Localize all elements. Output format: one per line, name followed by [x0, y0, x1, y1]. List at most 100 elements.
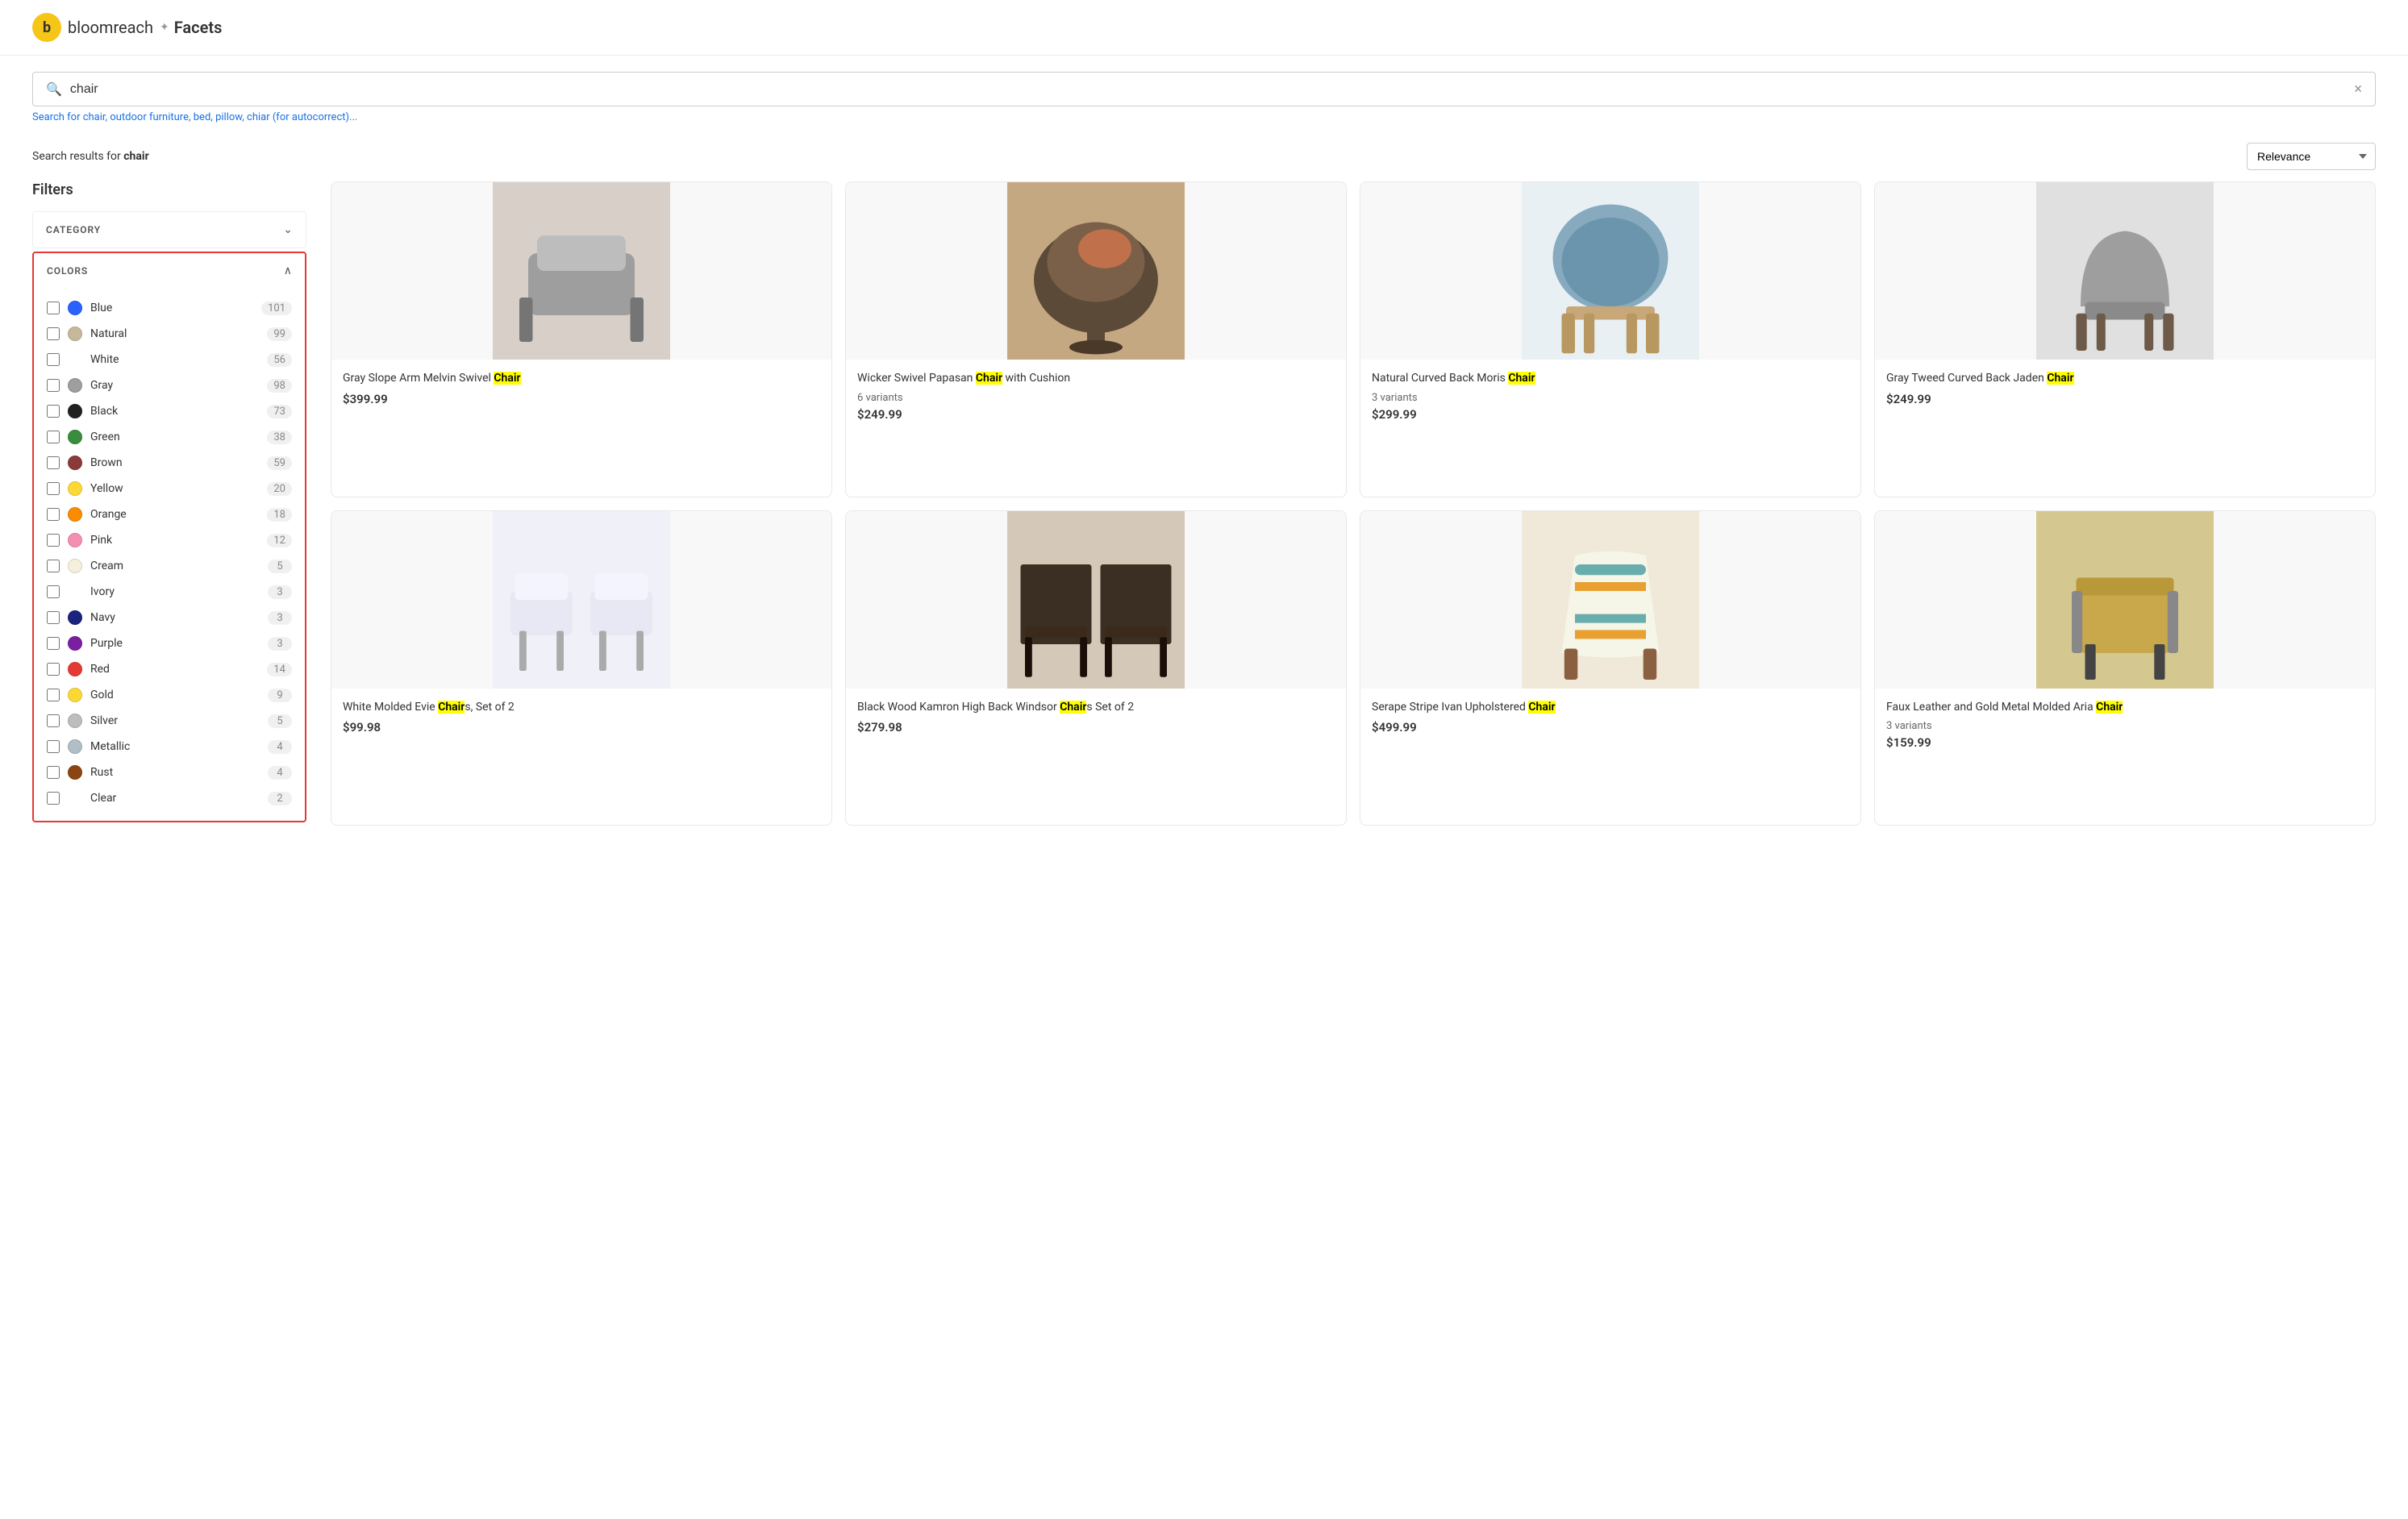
product-variants: 3 variants	[1372, 392, 1849, 404]
color-checkbox[interactable]	[47, 740, 60, 753]
color-filter-item[interactable]: Natural99	[34, 321, 305, 347]
color-label: Brown	[90, 456, 267, 469]
color-checkbox[interactable]	[47, 379, 60, 392]
color-filter-item[interactable]: Green38	[34, 424, 305, 450]
product-card[interactable]: Wicker Swivel Papasan Chair with Cushion…	[845, 181, 1347, 497]
color-checkbox[interactable]	[47, 534, 60, 547]
product-card[interactable]: Natural Curved Back Moris Chair3 variant…	[1360, 181, 1861, 497]
sort-select[interactable]: Relevance Price: Low to High Price: High…	[2247, 143, 2376, 170]
color-checkbox[interactable]	[47, 637, 60, 650]
color-checkbox[interactable]	[47, 792, 60, 805]
color-checkbox[interactable]	[47, 663, 60, 676]
color-dot	[68, 559, 82, 573]
color-filter-item[interactable]: Clear2	[34, 785, 305, 811]
search-input[interactable]	[70, 82, 2354, 97]
product-card[interactable]: Faux Leather and Gold Metal Molded Aria …	[1874, 510, 2376, 826]
color-label: Red	[90, 663, 267, 676]
color-checkbox[interactable]	[47, 327, 60, 340]
product-image	[846, 511, 1346, 689]
colors-filter-header[interactable]: COLORS ∧	[34, 253, 305, 289]
color-label: Navy	[90, 611, 268, 624]
product-card[interactable]: Serape Stripe Ivan Upholstered Chair$499…	[1360, 510, 1861, 826]
color-count: 38	[267, 431, 292, 444]
search-clear-button[interactable]: ×	[2354, 81, 2362, 98]
color-label: Silver	[90, 714, 268, 727]
category-filter-section: CATEGORY ⌄	[32, 211, 306, 248]
color-label: Green	[90, 431, 267, 443]
product-name: Gray Slope Arm Melvin Swivel Chair	[343, 371, 820, 387]
highlight-text: Chair	[1508, 372, 1535, 385]
product-price: $159.99	[1886, 735, 2364, 750]
color-checkbox[interactable]	[47, 560, 60, 572]
color-filter-item[interactable]: Gray98	[34, 372, 305, 398]
product-price: $279.98	[857, 720, 1335, 735]
color-label: Orange	[90, 508, 267, 521]
product-price: $399.99	[343, 392, 820, 406]
color-filter-item[interactable]: Gold9	[34, 682, 305, 708]
color-checkbox[interactable]	[47, 689, 60, 701]
highlight-text: Chair	[1060, 701, 1086, 714]
header: b bloomreach ✦ Facets	[0, 0, 2408, 56]
color-checkbox[interactable]	[47, 431, 60, 443]
color-dot	[68, 404, 82, 418]
color-filter-item[interactable]: Blue101	[34, 295, 305, 321]
product-price: $249.99	[857, 407, 1335, 422]
product-image	[1875, 182, 2375, 360]
color-checkbox[interactable]	[47, 353, 60, 366]
color-filter-item[interactable]: Orange18	[34, 501, 305, 527]
color-filter-item[interactable]: Cream5	[34, 553, 305, 579]
product-info: Wicker Swivel Papasan Chair with Cushion…	[846, 360, 1346, 433]
product-card[interactable]: White Molded Evie Chairs, Set of 2$99.98	[331, 510, 832, 826]
color-dot	[68, 481, 82, 496]
color-filter-item[interactable]: Silver5	[34, 708, 305, 734]
logo-icon: b	[32, 13, 61, 42]
color-dot	[68, 533, 82, 547]
colors-filter-body: Blue101Natural99White56Gray98Black73Gree…	[34, 289, 305, 821]
color-label: Ivory	[90, 585, 268, 598]
logo-plus: ✦	[160, 21, 169, 34]
highlight-text: Chair	[2047, 372, 2073, 385]
category-chevron-icon: ⌄	[283, 223, 293, 236]
color-label: Pink	[90, 534, 267, 547]
color-count: 14	[267, 663, 292, 676]
category-filter-header[interactable]: CATEGORY ⌄	[33, 212, 306, 248]
product-price: $99.98	[343, 720, 820, 735]
product-image	[331, 182, 831, 360]
color-checkbox[interactable]	[47, 508, 60, 521]
results-title: Search results for chair	[32, 150, 149, 163]
color-count: 3	[268, 637, 292, 651]
color-filter-item[interactable]: Yellow20	[34, 476, 305, 501]
color-checkbox[interactable]	[47, 302, 60, 314]
color-filter-item[interactable]: Brown59	[34, 450, 305, 476]
color-checkbox[interactable]	[47, 585, 60, 598]
product-info: Gray Slope Arm Melvin Swivel Chair $399.9…	[331, 360, 831, 418]
color-count: 12	[267, 534, 292, 547]
color-label: Gray	[90, 379, 267, 392]
color-checkbox[interactable]	[47, 766, 60, 779]
color-filter-item[interactable]: Red14	[34, 656, 305, 682]
color-checkbox[interactable]	[47, 456, 60, 469]
product-variants: 3 variants	[1886, 720, 2364, 732]
color-filter-item[interactable]: Black73	[34, 398, 305, 424]
color-checkbox[interactable]	[47, 405, 60, 418]
color-filter-item[interactable]: Purple3	[34, 630, 305, 656]
color-filter-item[interactable]: Pink12	[34, 527, 305, 553]
highlight-text: Chair	[1528, 701, 1555, 714]
product-card[interactable]: Gray Slope Arm Melvin Swivel Chair $399.9…	[331, 181, 832, 497]
color-filter-item[interactable]: Navy3	[34, 605, 305, 630]
color-filter-item[interactable]: Metallic4	[34, 734, 305, 760]
color-checkbox[interactable]	[47, 611, 60, 624]
color-checkbox[interactable]	[47, 714, 60, 727]
color-filter-item[interactable]: White56	[34, 347, 305, 372]
product-info: Faux Leather and Gold Metal Molded Aria …	[1875, 689, 2375, 762]
color-filter-item[interactable]: Rust4	[34, 760, 305, 785]
product-card[interactable]: Black Wood Kamron High Back Windsor Chai…	[845, 510, 1347, 826]
color-filter-item[interactable]: Ivory3	[34, 579, 305, 605]
color-checkbox[interactable]	[47, 482, 60, 495]
color-count: 3	[268, 585, 292, 599]
color-count: 98	[267, 379, 292, 393]
highlight-text: Chair	[976, 372, 1002, 385]
color-label: Natural	[90, 327, 267, 340]
product-card[interactable]: Gray Tweed Curved Back Jaden Chair$249.9…	[1874, 181, 2376, 497]
color-count: 5	[268, 714, 292, 728]
